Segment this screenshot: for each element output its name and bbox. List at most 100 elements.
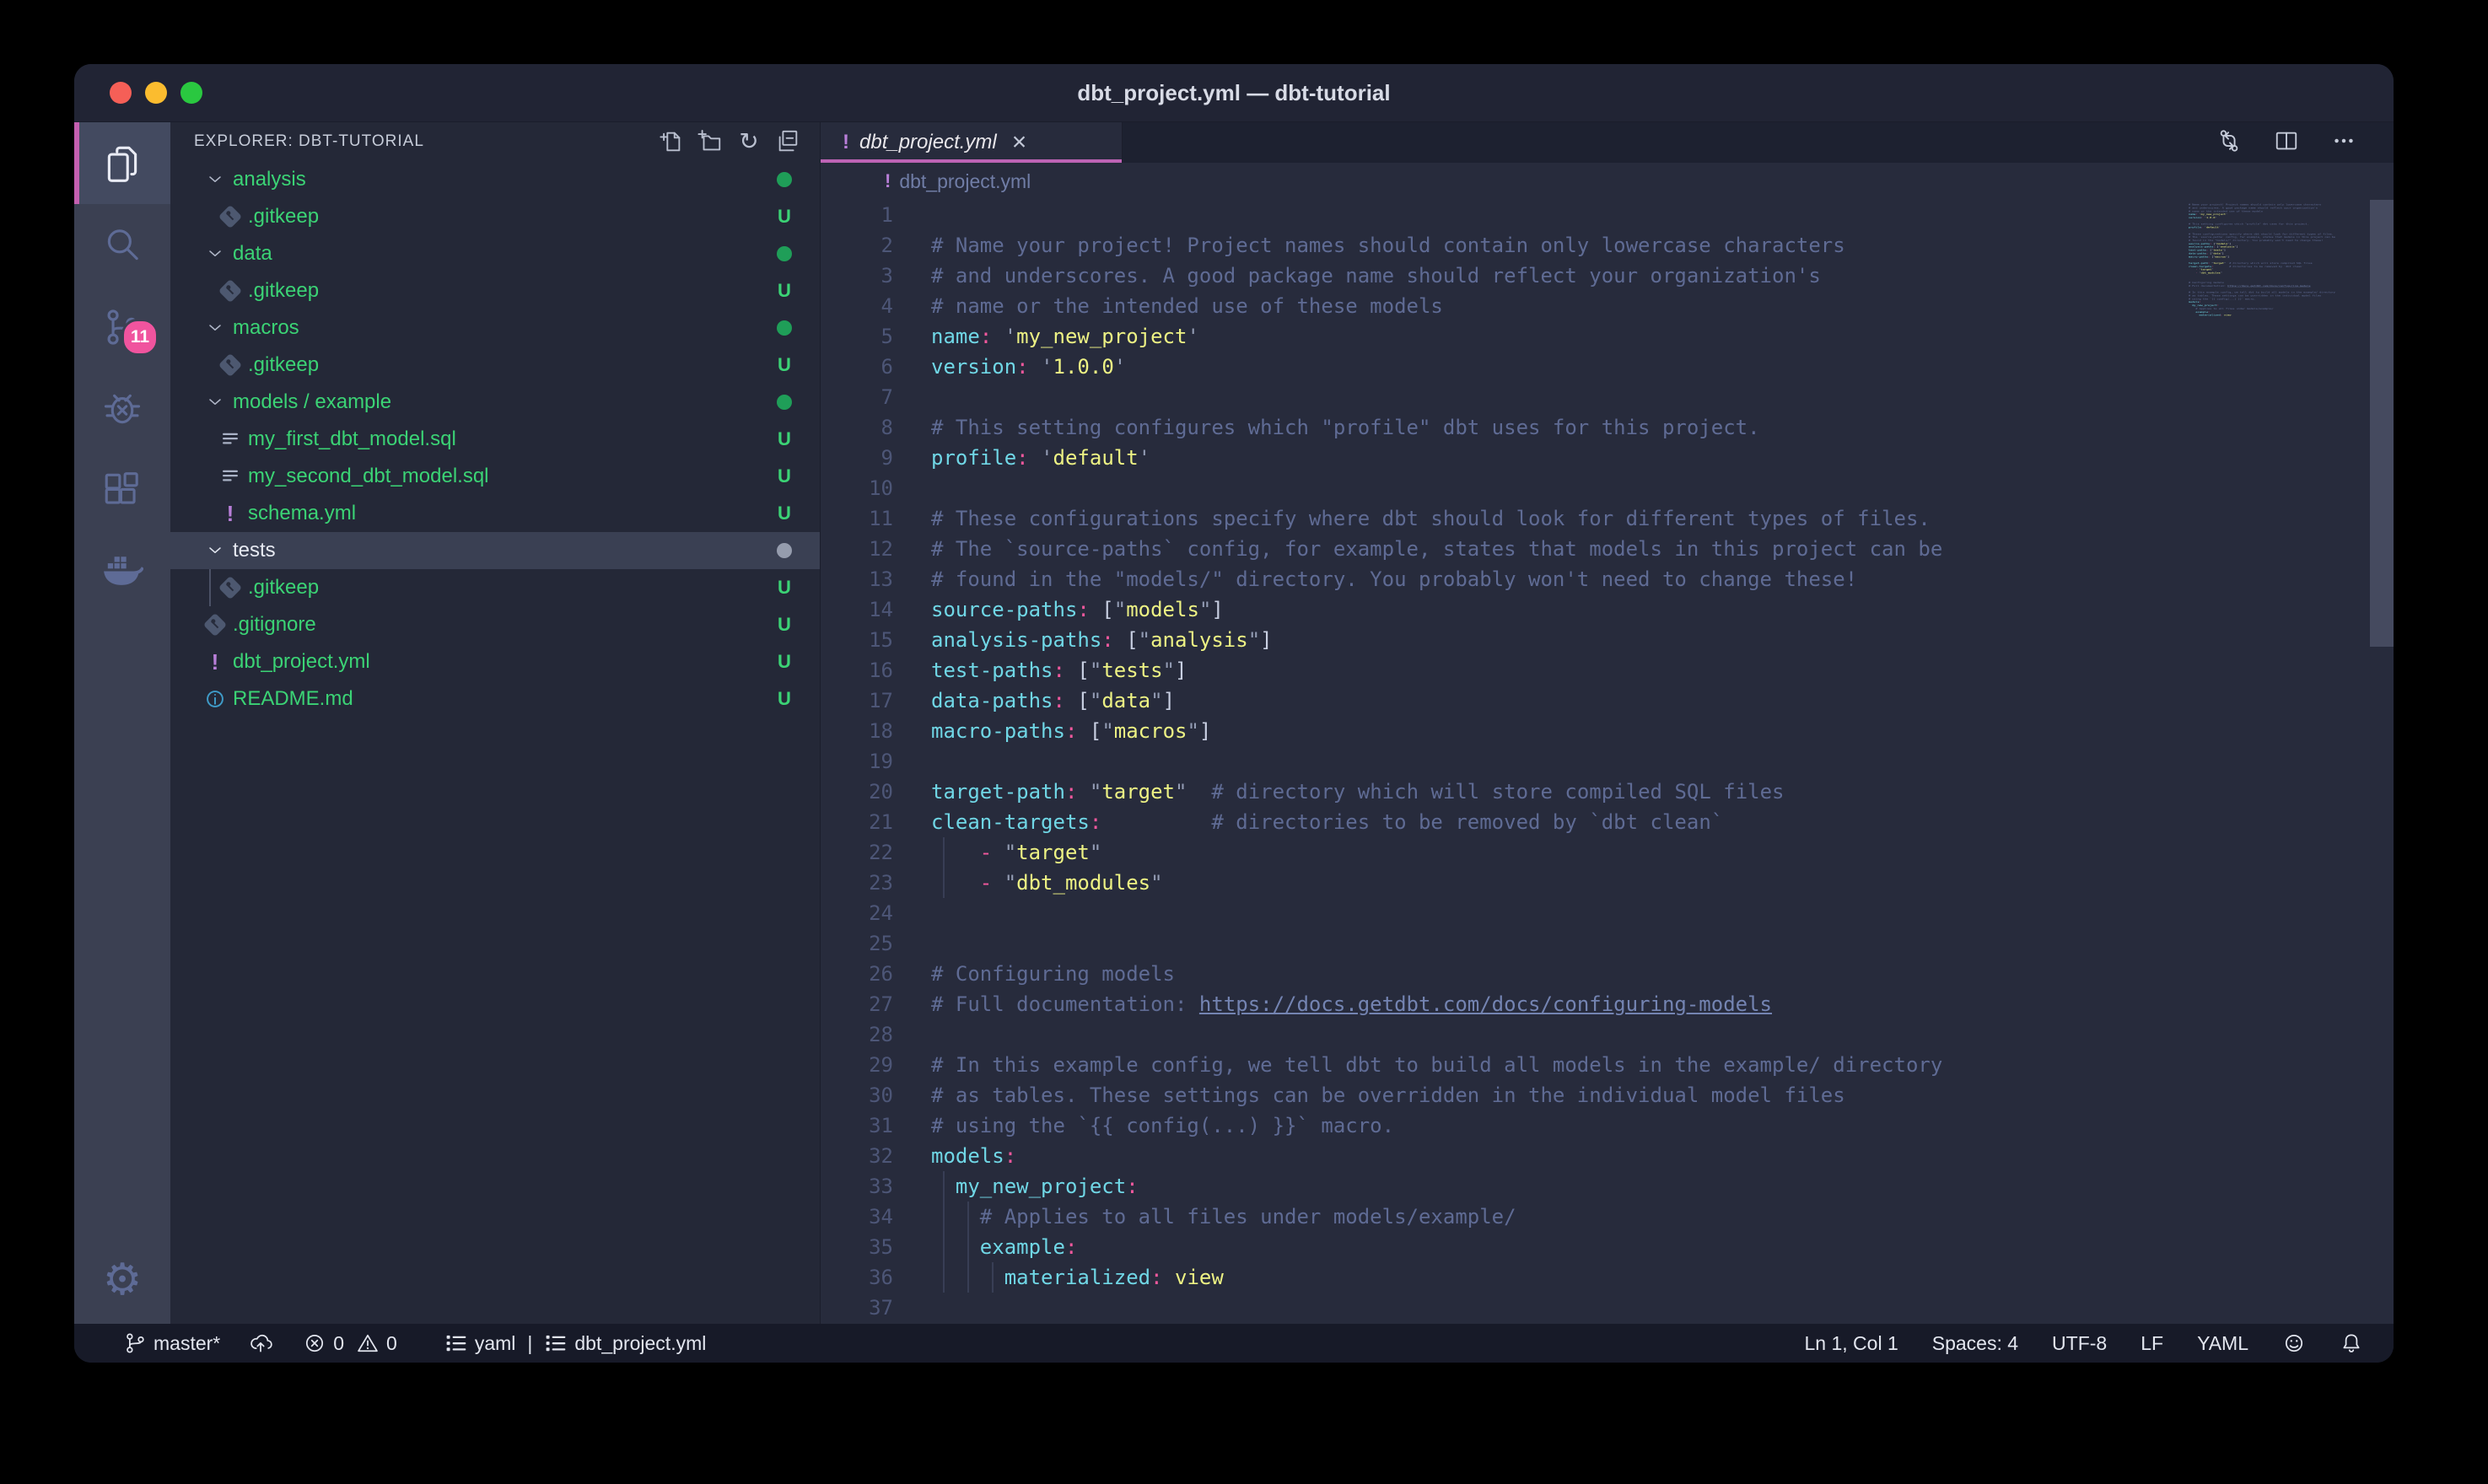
split-editor-button[interactable] xyxy=(2274,128,2299,158)
new-file-button[interactable] xyxy=(658,128,685,155)
code-line-1[interactable] xyxy=(931,200,2394,230)
tree-item-models-example[interactable]: models / example xyxy=(170,384,820,421)
status-notifications[interactable] xyxy=(2340,1331,2363,1355)
collapse-all-button[interactable] xyxy=(774,128,801,155)
minimap[interactable]: # Name your project! Project names shoul… xyxy=(2189,200,2371,1324)
code-line-36[interactable]: materialized: view xyxy=(931,1262,2394,1293)
tab-dbt-project-yml[interactable]: ! dbt_project.yml × xyxy=(821,122,1123,163)
code-line-8[interactable]: # This setting configures which "profile… xyxy=(931,412,2394,443)
git-status-badge: U xyxy=(759,428,810,450)
activity-item-explorer[interactable] xyxy=(74,122,170,204)
code-line-28[interactable] xyxy=(931,1019,2394,1050)
code-line-32[interactable]: models: xyxy=(931,1141,2394,1171)
code-line-13[interactable]: # found in the "models/" directory. You … xyxy=(931,564,2394,594)
tree-item-data[interactable]: data xyxy=(170,235,820,272)
close-window-button[interactable] xyxy=(110,82,132,104)
activity-item-docker[interactable] xyxy=(74,531,170,613)
activity-item-debug[interactable] xyxy=(74,368,170,449)
git-status-badge xyxy=(759,320,810,336)
code-line-18[interactable]: macro-paths: ["macros"] xyxy=(931,716,2394,746)
activity-item-search[interactable] xyxy=(74,204,170,286)
status-sync[interactable] xyxy=(249,1331,272,1355)
code-line-24[interactable] xyxy=(931,898,2394,928)
status-outline-file[interactable]: dbt_project.yml xyxy=(544,1331,706,1355)
tree-item-my-second-dbt-model-sql[interactable]: my_second_dbt_model.sqlU xyxy=(170,458,820,495)
status-warnings[interactable]: 0 xyxy=(356,1331,397,1355)
code-line-30[interactable]: # as tables. These settings can be overr… xyxy=(931,1080,2394,1110)
code-line-3[interactable]: # and underscores. A good package name s… xyxy=(931,261,2394,291)
status-language[interactable]: YAML xyxy=(2197,1332,2248,1355)
code-line-22[interactable]: - "target" xyxy=(931,837,2394,868)
code-line-34[interactable]: # Applies to all files under models/exam… xyxy=(931,1202,2394,1232)
close-tab-icon[interactable]: × xyxy=(1012,130,1027,155)
refresh-button[interactable]: ↻ xyxy=(735,128,762,155)
code-line-31[interactable]: # using the `{{ config(...) }}` macro. xyxy=(931,1110,2394,1141)
line-number: 24 xyxy=(821,898,893,928)
status-indentation[interactable]: Spaces: 4 xyxy=(1932,1332,2018,1355)
maximize-window-button[interactable] xyxy=(180,82,202,104)
tree-item--gitkeep[interactable]: .gitkeepU xyxy=(170,198,820,235)
activity-item-extensions[interactable] xyxy=(74,449,170,531)
code-line-23[interactable]: - "dbt_modules" xyxy=(931,868,2394,898)
activity-item-settings[interactable]: ⚙ xyxy=(103,1258,143,1302)
code-line-35[interactable]: example: xyxy=(931,1232,2394,1262)
code-line-7[interactable] xyxy=(931,382,2394,412)
tree-item--gitkeep[interactable]: .gitkeepU xyxy=(170,347,820,384)
code-line-33[interactable]: my_new_project: xyxy=(931,1171,2394,1202)
code-line-14[interactable]: source-paths: ["models"] xyxy=(931,594,2394,625)
status-branch[interactable]: master* xyxy=(123,1331,220,1355)
code-line-29[interactable]: # In this example config, we tell dbt to… xyxy=(931,1050,2394,1080)
code-line-19[interactable] xyxy=(931,746,2394,777)
status-eol[interactable]: LF xyxy=(2141,1332,2163,1355)
code-line-15[interactable]: analysis-paths: ["analysis"] xyxy=(931,625,2394,655)
status-encoding-label: UTF-8 xyxy=(2052,1332,2107,1355)
code-line-21[interactable]: clean-targets: # directories to be remov… xyxy=(931,807,2394,837)
new-folder-button[interactable] xyxy=(697,128,724,155)
status-errors[interactable]: 0 xyxy=(303,1331,344,1355)
code-line-27[interactable]: # Full documentation: https://docs.getdb… xyxy=(931,989,2394,1019)
code-line-5[interactable]: name: 'my_new_project' xyxy=(931,321,2394,352)
editor-scrollbar-thumb[interactable] xyxy=(2370,200,2394,647)
code-line-9[interactable]: profile: 'default' xyxy=(931,443,2394,473)
code-content[interactable]: # Name your project! Project names shoul… xyxy=(893,200,2394,1323)
code-line-12[interactable]: # The `source-paths` config, for example… xyxy=(931,534,2394,564)
tree-item--gitkeep[interactable]: .gitkeepU xyxy=(170,569,820,606)
tree-item-label: my_first_dbt_model.sql xyxy=(248,427,759,451)
code-line-26[interactable]: # Configuring models xyxy=(931,959,2394,989)
breadcrumb[interactable]: ! dbt_project.yml xyxy=(821,163,2394,200)
more-icon xyxy=(2331,128,2356,153)
more-actions-button[interactable] xyxy=(2331,128,2356,158)
minimize-window-button[interactable] xyxy=(145,82,167,104)
tree-item-my-first-dbt-model-sql[interactable]: my_first_dbt_model.sqlU xyxy=(170,421,820,458)
git-status-badge: U xyxy=(759,354,810,376)
tree-item-tests[interactable]: tests xyxy=(170,532,820,569)
code-line-11[interactable]: # These configurations specify where dbt… xyxy=(931,503,2394,534)
code-line-4[interactable]: # name or the intended use of these mode… xyxy=(931,291,2394,321)
code-line-10[interactable] xyxy=(931,473,2394,503)
code-line-25[interactable] xyxy=(931,928,2394,959)
code-editor[interactable]: 1234567891011121314151617181920212223242… xyxy=(821,200,2394,1324)
line-number: 12 xyxy=(821,534,893,564)
compare-changes-button[interactable] xyxy=(2216,128,2242,158)
status-encoding[interactable]: UTF-8 xyxy=(2052,1332,2107,1355)
collapse-all-icon xyxy=(774,128,801,155)
line-number: 23 xyxy=(821,868,893,898)
tree-item-macros[interactable]: macros xyxy=(170,309,820,347)
activity-item-source-control[interactable]: 11 xyxy=(74,286,170,368)
code-line-17[interactable]: data-paths: ["data"] xyxy=(931,686,2394,716)
tree-item--gitignore[interactable]: .gitignoreU xyxy=(170,606,820,643)
tree-item-readme-md[interactable]: README.mdU xyxy=(170,680,820,718)
code-line-20[interactable]: target-path: "target" # directory which … xyxy=(931,777,2394,807)
code-line-16[interactable]: test-paths: ["tests"] xyxy=(931,655,2394,686)
status-feedback[interactable] xyxy=(2282,1331,2306,1355)
code-line-37[interactable] xyxy=(931,1293,2394,1323)
line-number: 28 xyxy=(821,1019,893,1050)
tree-item-dbt-project-yml[interactable]: !dbt_project.ymlU xyxy=(170,643,820,680)
tree-item--gitkeep[interactable]: .gitkeepU xyxy=(170,272,820,309)
code-line-6[interactable]: version: '1.0.0' xyxy=(931,352,2394,382)
code-line-2[interactable]: # Name your project! Project names shoul… xyxy=(931,230,2394,261)
tree-item-schema-yml[interactable]: !schema.ymlU xyxy=(170,495,820,532)
status-cursor-position[interactable]: Ln 1, Col 1 xyxy=(1805,1332,1898,1355)
tree-item-analysis[interactable]: analysis xyxy=(170,161,820,198)
status-outline-language[interactable]: yaml xyxy=(444,1331,516,1355)
